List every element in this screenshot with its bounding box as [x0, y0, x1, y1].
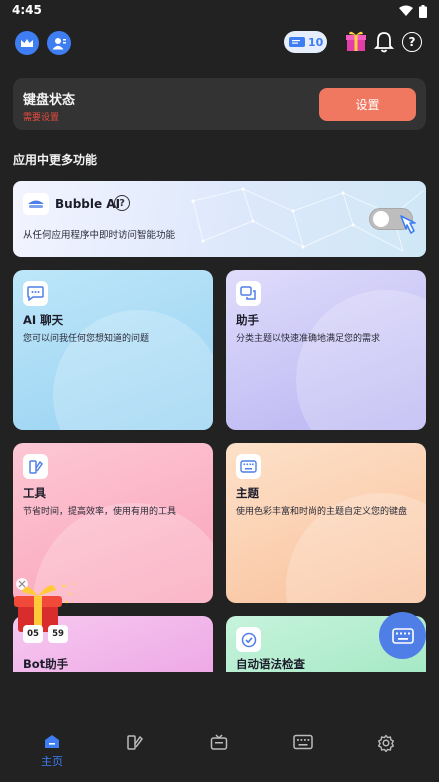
status-icons	[399, 5, 427, 18]
wifi-icon	[399, 5, 413, 16]
bubble-ai-help-icon[interactable]: ?	[114, 195, 130, 211]
toggle-knob	[373, 211, 389, 227]
card-decoration	[296, 290, 426, 430]
chat-icon	[23, 281, 48, 306]
feature-description: 分类主题以快速准确地满足您的需求	[236, 334, 381, 344]
feature-title: 工具	[23, 486, 46, 500]
nav-settings[interactable]	[356, 734, 416, 752]
assistant-card[interactable]: 助手 分类主题以快速准确地满足您的需求	[226, 270, 426, 430]
assistant-icon	[236, 281, 261, 306]
bottom-navigation: 主页	[0, 724, 439, 782]
bubble-ai-logo-icon	[23, 193, 49, 215]
top-bar: 10 ?	[0, 28, 439, 58]
nav-tools[interactable]	[105, 734, 165, 752]
nav-keyboard[interactable]	[273, 734, 333, 750]
gift-icon[interactable]	[345, 30, 367, 56]
bubble-ai-description: 从任何应用程序中即时访问智能功能	[23, 230, 176, 241]
promo-timer-minutes: 05	[23, 625, 43, 643]
tools-icon	[127, 735, 143, 750]
feature-title: Bot助手	[23, 657, 69, 671]
ticket-icon	[289, 37, 305, 47]
battery-icon	[419, 5, 427, 18]
check-circle-icon	[236, 627, 261, 652]
keyboard-status-card: 键盘状态 需要设置 设置	[13, 78, 426, 130]
tv-icon	[210, 734, 228, 750]
keyboard-status-subtitle: 需要设置	[23, 113, 60, 123]
setup-button[interactable]: 设置	[319, 88, 416, 121]
help-icon[interactable]: ?	[402, 32, 422, 52]
keyboard-fab[interactable]	[379, 612, 426, 659]
card-decoration	[53, 310, 213, 430]
keyboard-icon	[391, 627, 414, 644]
feature-description: 您可以问我任何您想知道的问题	[23, 334, 150, 344]
pointing-hand-icon	[400, 215, 416, 234]
coin-count: 10	[308, 35, 324, 49]
feature-title: 助手	[236, 313, 259, 327]
nav-home[interactable]: 主页	[22, 734, 82, 769]
gear-icon	[378, 734, 394, 752]
feature-description: 使用色彩丰富和时尚的主题自定义您的键盘	[236, 507, 408, 517]
ai-chat-card[interactable]: AI 聊天 您可以问我任何您想知道的问题	[13, 270, 213, 430]
themes-card[interactable]: 主题 使用色彩丰富和时尚的主题自定义您的键盘	[226, 443, 426, 603]
keyboard-status-title: 键盘状态	[23, 93, 76, 108]
promo-timer-seconds: 59	[48, 625, 68, 643]
status-time: 4:45	[12, 3, 42, 17]
coin-balance[interactable]: 10	[284, 31, 327, 53]
section-title: 应用中更多功能	[13, 153, 98, 167]
bell-icon[interactable]	[373, 31, 395, 57]
feature-title: 主题	[236, 486, 259, 500]
bubble-ai-title: Bubble AI	[55, 197, 121, 211]
profile-icon[interactable]	[47, 31, 71, 55]
feature-title: 自动语法检查	[236, 657, 305, 671]
status-bar: 4:45	[0, 0, 439, 22]
nav-themes[interactable]	[189, 734, 249, 752]
nav-home-label: 主页	[41, 755, 63, 768]
tools-icon	[23, 454, 48, 479]
feature-title: AI 聊天	[23, 313, 64, 327]
keyboard-icon	[293, 734, 313, 750]
bubble-ai-card[interactable]: Bubble AI ? 从任何应用程序中即时访问智能功能	[13, 181, 426, 257]
home-icon	[45, 735, 59, 748]
crown-icon[interactable]	[15, 31, 39, 55]
feature-description: 节省时间，提高效率，使用有用的工具	[23, 507, 177, 517]
keyboard-icon	[236, 454, 261, 479]
